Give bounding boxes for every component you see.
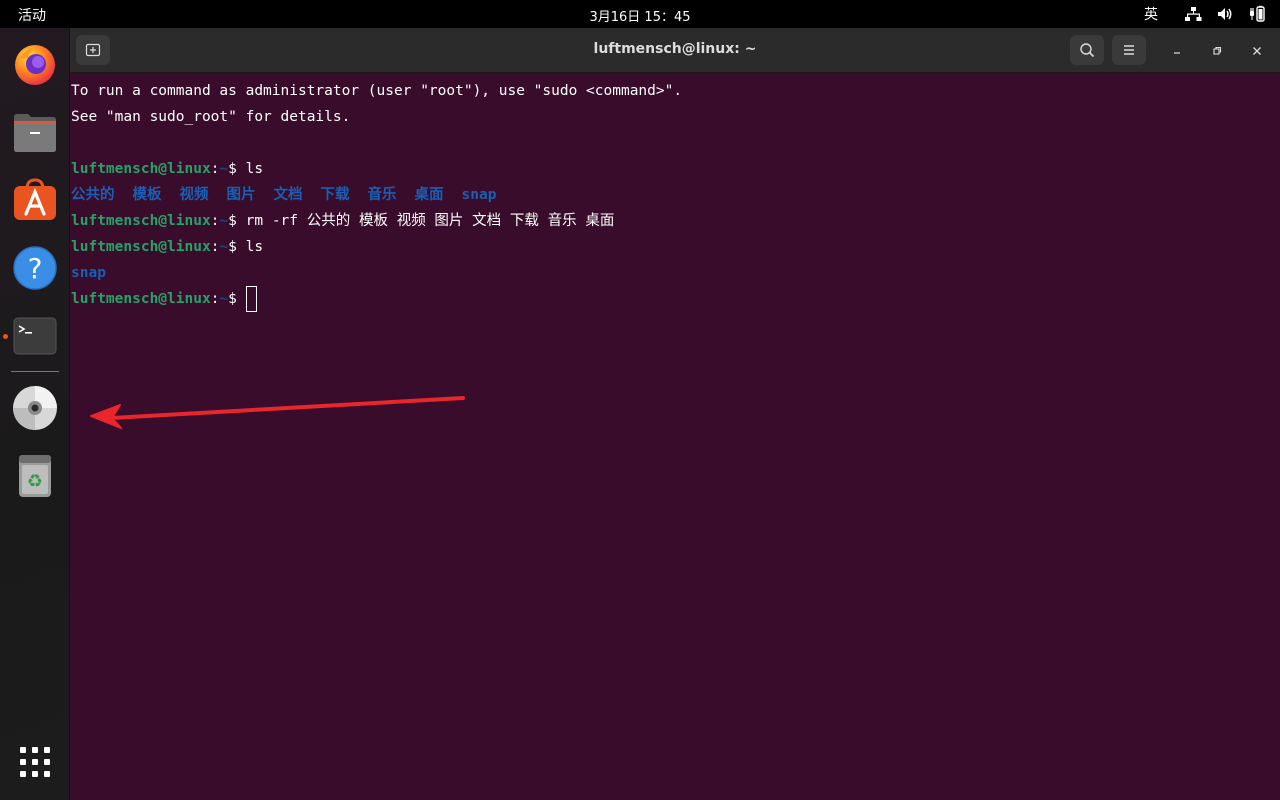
terminal-icon — [13, 317, 57, 355]
terminal-output[interactable]: To run a command as administrator (user … — [71, 78, 1271, 312]
prompt-user-host: luftmensch@linux — [71, 291, 211, 307]
dir-entry: 下载 — [320, 187, 350, 203]
app-grid-icon — [20, 747, 50, 777]
dock-firefox[interactable] — [11, 40, 59, 88]
dir-entry: 模板 — [132, 187, 162, 203]
terminal-command-line: luftmensch@linux:~$ ls — [71, 156, 1271, 182]
disc-icon — [13, 386, 57, 430]
menu-button[interactable] — [1112, 35, 1146, 65]
close-button[interactable] — [1246, 40, 1268, 62]
terminal-window: luftmensch@linux: ~ To run a command as … — [70, 28, 1280, 800]
close-icon — [1253, 47, 1261, 55]
terminal-line: See "man sudo_root" for details. — [71, 109, 351, 125]
terminal-line: To run a command as administrator (user … — [71, 83, 683, 99]
dir-entry: 桌面 — [414, 187, 444, 203]
firefox-icon — [15, 45, 55, 85]
help-icon: ? — [13, 246, 57, 290]
clock[interactable]: 3月16日 15：45 — [0, 6, 1280, 25]
dir-entry: 视频 — [179, 187, 209, 203]
terminal-command-line: luftmensch@linux:~$ rm -rf 公共的 模板 视频 图片 … — [71, 208, 1271, 234]
dock-files[interactable] — [11, 108, 59, 156]
prompt-user-host: luftmensch@linux — [71, 239, 211, 255]
terminal-command-line: luftmensch@linux:~$ ls — [71, 234, 1271, 260]
prompt-path: ~ — [219, 239, 229, 255]
command-text: ls — [245, 239, 264, 255]
maximize-button[interactable] — [1206, 40, 1228, 62]
dock-disc[interactable] — [11, 384, 59, 432]
dock-separator — [11, 371, 59, 372]
app-center-icon — [14, 178, 56, 220]
search-button[interactable] — [1070, 35, 1104, 65]
prompt-path: ~ — [219, 291, 229, 307]
restore-icon — [1213, 46, 1222, 55]
prompt-user-host: luftmensch@linux — [71, 213, 211, 229]
dock-help[interactable]: ? — [11, 244, 59, 292]
dir-entry: snap — [71, 265, 106, 281]
minimize-icon — [1174, 52, 1180, 54]
minimize-button[interactable] — [1166, 40, 1188, 62]
input-method-indicator[interactable]: 英 — [1144, 4, 1158, 24]
svg-text:?: ? — [28, 252, 43, 285]
text-cursor — [245, 286, 257, 312]
dock-app-center[interactable] — [11, 176, 59, 224]
command-text: ls — [245, 161, 264, 177]
top-bar: 活动 3月16日 15：45 英 — [0, 0, 1280, 28]
prompt-dollar: $ — [228, 239, 246, 255]
command-text: rm -rf 公共的 模板 视频 图片 文档 下载 音乐 桌面 — [245, 213, 615, 229]
ls-output-line: snap — [71, 260, 1271, 286]
dir-entry: snap — [461, 187, 497, 203]
svg-text:♻: ♻ — [27, 471, 43, 492]
dock-show-apps[interactable] — [11, 738, 59, 786]
prompt-dollar: $ — [228, 161, 246, 177]
dir-entry: 音乐 — [367, 187, 397, 203]
dock-trash[interactable]: ♻ — [11, 452, 59, 500]
dock-terminal[interactable] — [11, 312, 59, 360]
hamburger-menu-icon — [1124, 45, 1134, 55]
dock: ? ♻ — [0, 28, 69, 800]
running-indicator — [3, 334, 8, 339]
ls-output-line: 公共的 模板 视频 图片 文档 下载 音乐 桌面 snap — [71, 182, 1271, 208]
prompt-user-host: luftmensch@linux — [71, 161, 211, 177]
dir-entry: 公共的 — [71, 187, 115, 203]
dir-entry: 图片 — [226, 187, 256, 203]
prompt-path: ~ — [219, 161, 229, 177]
prompt-path: ~ — [219, 213, 229, 229]
prompt-dollar: $ — [228, 291, 246, 307]
network-icon[interactable] — [1184, 5, 1202, 23]
search-icon — [1080, 43, 1095, 58]
system-tray[interactable]: 英 — [1144, 3, 1266, 25]
terminal-prompt-line[interactable]: luftmensch@linux:~$ — [71, 286, 1271, 312]
power-battery-icon[interactable] — [1248, 5, 1266, 23]
header-bar[interactable]: luftmensch@linux: ~ — [70, 28, 1280, 73]
prompt-dollar: $ — [228, 213, 246, 229]
files-icon — [14, 114, 56, 152]
trash-icon: ♻ — [19, 455, 51, 497]
volume-icon[interactable] — [1216, 5, 1234, 23]
dir-entry: 文档 — [273, 187, 303, 203]
